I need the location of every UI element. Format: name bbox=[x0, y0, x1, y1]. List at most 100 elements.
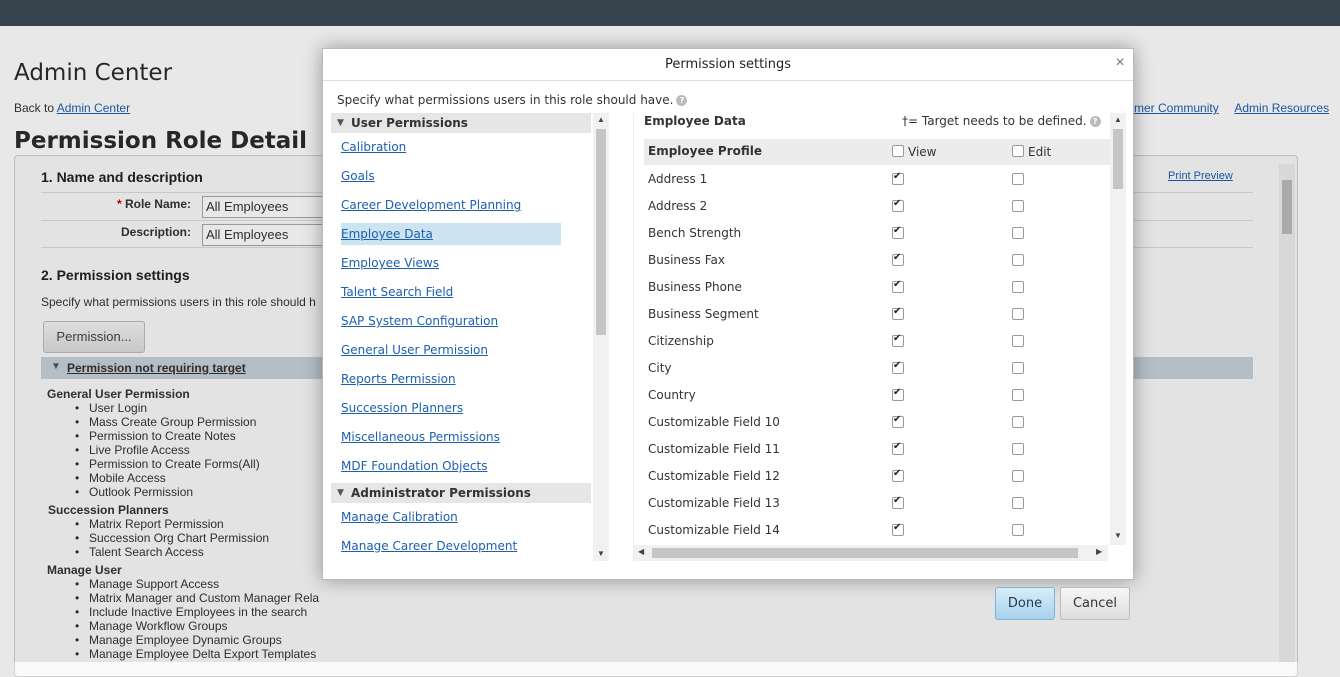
edit-checkbox[interactable] bbox=[1012, 524, 1028, 538]
category-link[interactable]: Succession Planners bbox=[341, 401, 463, 415]
horizontal-scroll-thumb[interactable] bbox=[652, 548, 1078, 558]
category-list-scrollbar[interactable]: ▲ ▼ bbox=[593, 113, 609, 561]
admin-category-link[interactable]: Manage Calibration bbox=[341, 510, 458, 524]
target-note: †= Target needs to be defined.? bbox=[902, 113, 1101, 129]
category-link[interactable]: Reports Permission bbox=[341, 372, 456, 386]
permission-row: Customizable Field 13 bbox=[644, 491, 1110, 518]
detail-scroll-thumb[interactable] bbox=[1113, 129, 1123, 189]
scroll-up-arrow-icon[interactable]: ▲ bbox=[597, 115, 605, 124]
dialog-title: Permission settings bbox=[323, 49, 1133, 81]
view-checkbox[interactable] bbox=[892, 387, 908, 403]
permission-field-name: Bench Strength bbox=[648, 226, 742, 240]
view-label: View bbox=[908, 145, 937, 159]
permission-row: Business Fax bbox=[644, 248, 1110, 275]
edit-checkbox[interactable] bbox=[1012, 200, 1028, 214]
permission-row: Customizable Field 14 bbox=[644, 518, 1110, 545]
view-checkbox[interactable] bbox=[892, 360, 908, 376]
permission-field-name: Customizable Field 11 bbox=[648, 442, 780, 456]
edit-checkbox[interactable] bbox=[1012, 362, 1028, 376]
edit-checkbox[interactable] bbox=[1012, 335, 1028, 349]
category-link[interactable]: Employee Data bbox=[341, 223, 561, 245]
detail-horizontal-scrollbar[interactable]: ◀ ▶ bbox=[634, 545, 1108, 561]
permission-row: Country bbox=[644, 383, 1110, 410]
permission-row: Customizable Field 10 bbox=[644, 410, 1110, 437]
edit-checkbox[interactable] bbox=[1012, 281, 1028, 295]
permission-field-name: Business Phone bbox=[648, 280, 742, 294]
permission-field-name: Country bbox=[648, 388, 696, 402]
employee-profile-title: Employee Profile bbox=[648, 144, 763, 158]
edit-checkbox[interactable] bbox=[1012, 443, 1028, 457]
user-permissions-header[interactable]: ▼ User Permissions bbox=[331, 113, 591, 133]
category-link[interactable]: MDF Foundation Objects bbox=[341, 459, 487, 473]
view-all-checkbox[interactable] bbox=[892, 145, 904, 157]
view-checkbox[interactable] bbox=[892, 441, 908, 457]
permission-row: City bbox=[644, 356, 1110, 383]
edit-checkbox[interactable] bbox=[1012, 416, 1028, 430]
permission-row: Customizable Field 11 bbox=[644, 437, 1110, 464]
view-checkbox[interactable] bbox=[892, 252, 908, 268]
instruction-text: Specify what permissions users in this r… bbox=[337, 93, 674, 107]
scroll-up-arrow-icon[interactable]: ▲ bbox=[1114, 115, 1122, 124]
category-link[interactable]: General User Permission bbox=[341, 343, 488, 357]
edit-checkbox[interactable] bbox=[1012, 227, 1028, 241]
scroll-down-arrow-icon[interactable]: ▼ bbox=[597, 549, 605, 558]
admin-category-link[interactable]: Manage Career Development bbox=[341, 539, 517, 553]
edit-all-toggle[interactable]: Edit bbox=[1012, 145, 1051, 159]
permission-category-list: ▼ User Permissions Calibration Goals Caree… bbox=[331, 113, 591, 561]
permission-field-name: Citizenship bbox=[648, 334, 714, 348]
scroll-down-arrow-icon[interactable]: ▼ bbox=[1114, 531, 1122, 540]
collapse-arrow-icon: ▼ bbox=[337, 488, 344, 498]
view-checkbox[interactable] bbox=[892, 279, 908, 295]
permission-field-name: Address 2 bbox=[648, 199, 708, 213]
category-link[interactable]: Goals bbox=[341, 169, 375, 183]
edit-checkbox[interactable] bbox=[1012, 497, 1028, 511]
permission-detail-pane: Employee Data †= Target needs to be defi… bbox=[633, 113, 1126, 561]
view-all-toggle[interactable]: View bbox=[892, 145, 936, 159]
category-link[interactable]: SAP System Configuration bbox=[341, 314, 498, 328]
detail-header: Employee Data bbox=[644, 114, 746, 128]
permission-row: Business Segment bbox=[644, 302, 1110, 329]
admin-permissions-header[interactable]: ▼ Administrator Permissions bbox=[331, 483, 591, 503]
edit-checkbox[interactable] bbox=[1012, 254, 1028, 268]
help-icon[interactable]: ? bbox=[676, 95, 688, 106]
scroll-left-arrow-icon[interactable]: ◀ bbox=[638, 547, 644, 556]
cancel-button[interactable]: Cancel bbox=[1060, 587, 1130, 620]
category-link[interactable]: Calibration bbox=[341, 140, 406, 154]
permission-row: Address 2 bbox=[644, 194, 1110, 221]
done-button[interactable]: Done bbox=[995, 587, 1055, 620]
edit-label: Edit bbox=[1028, 145, 1052, 159]
edit-checkbox[interactable] bbox=[1012, 308, 1028, 322]
permission-row: Business Phone bbox=[644, 275, 1110, 302]
view-checkbox[interactable] bbox=[892, 522, 908, 538]
view-checkbox[interactable] bbox=[892, 495, 908, 511]
edit-checkbox[interactable] bbox=[1012, 470, 1028, 484]
category-link[interactable]: Talent Search Field bbox=[341, 285, 453, 299]
view-checkbox[interactable] bbox=[892, 414, 908, 430]
help-icon[interactable]: ? bbox=[1089, 116, 1101, 127]
view-checkbox[interactable] bbox=[892, 198, 908, 214]
collapse-arrow-icon: ▼ bbox=[337, 118, 344, 128]
category-link[interactable]: Miscellaneous Permissions bbox=[341, 430, 500, 444]
permission-row: Citizenship bbox=[644, 329, 1110, 356]
edit-all-checkbox[interactable] bbox=[1012, 145, 1024, 157]
permission-field-name: Customizable Field 13 bbox=[648, 496, 780, 510]
view-checkbox[interactable] bbox=[892, 333, 908, 349]
view-checkbox[interactable] bbox=[892, 225, 908, 241]
permission-field-name: Business Segment bbox=[648, 307, 759, 321]
view-checkbox[interactable] bbox=[892, 468, 908, 484]
category-link[interactable]: Employee Views bbox=[341, 256, 439, 270]
view-checkbox[interactable] bbox=[892, 171, 908, 187]
scroll-right-arrow-icon[interactable]: ▶ bbox=[1096, 547, 1102, 556]
target-note-text: †= Target needs to be defined. bbox=[902, 114, 1087, 128]
permission-row: Address 1 bbox=[644, 167, 1110, 194]
edit-checkbox[interactable] bbox=[1012, 173, 1028, 187]
detail-vertical-scrollbar[interactable]: ▲ ▼ bbox=[1110, 113, 1126, 545]
user-permissions-label: User Permissions bbox=[351, 116, 468, 130]
edit-checkbox[interactable] bbox=[1012, 389, 1028, 403]
view-checkbox[interactable] bbox=[892, 306, 908, 322]
category-scroll-thumb[interactable] bbox=[596, 129, 606, 335]
close-icon[interactable]: × bbox=[1112, 55, 1128, 71]
employee-profile-header: Employee Profile View Edit bbox=[644, 139, 1110, 165]
category-link[interactable]: Career Development Planning bbox=[341, 198, 521, 212]
dialog-instruction: Specify what permissions users in this r… bbox=[337, 93, 688, 107]
